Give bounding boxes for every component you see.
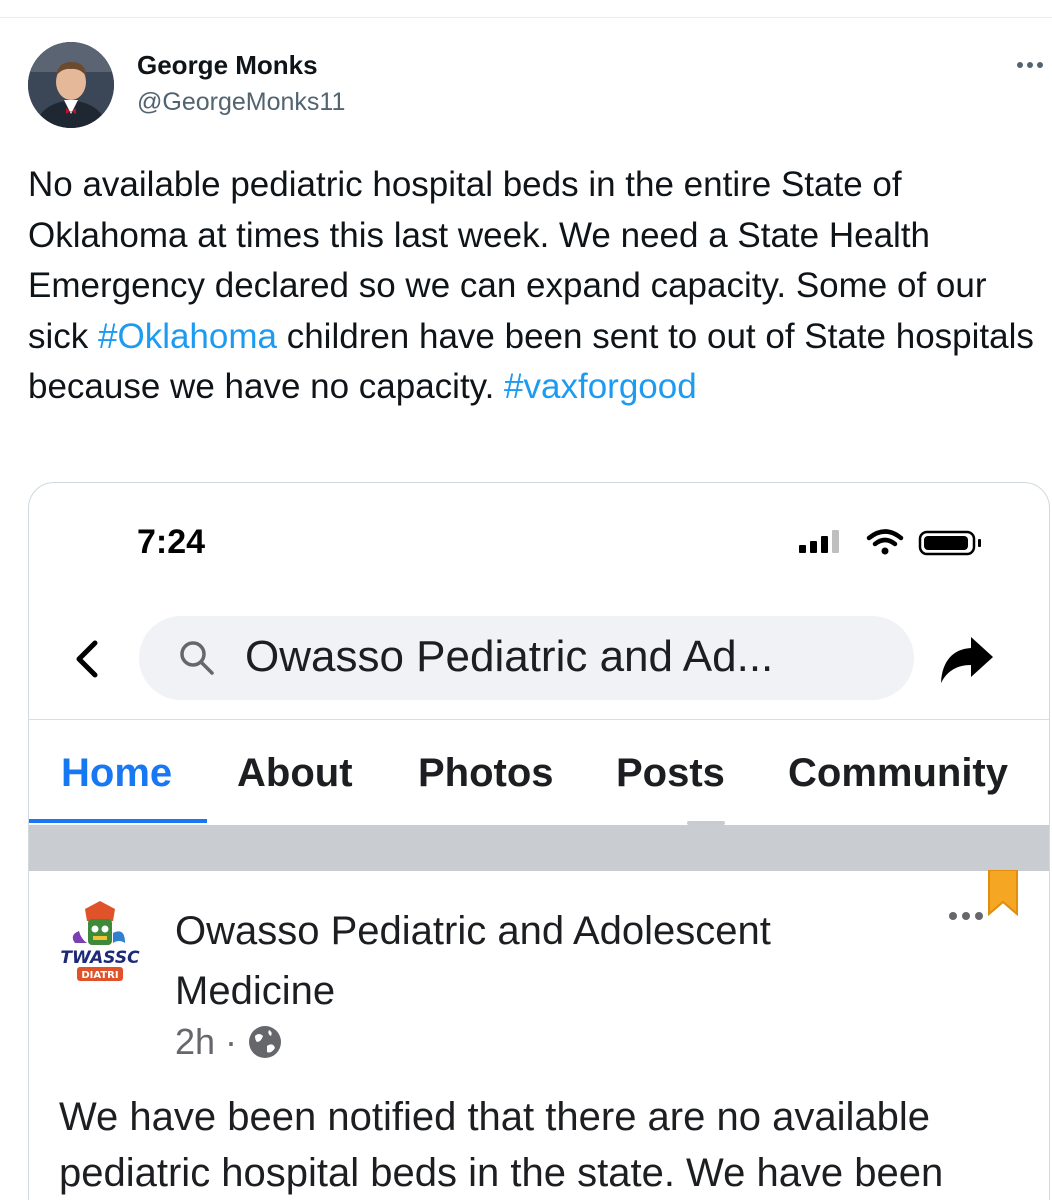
author-name[interactable]: George Monks bbox=[137, 50, 318, 81]
post-time[interactable]: 2h bbox=[175, 1021, 215, 1063]
facebook-post: TWASSC DIATRI Owasso Pediatric and Adole… bbox=[29, 869, 1049, 1200]
signal-icon bbox=[799, 530, 839, 553]
status-bar-time: 7:24 bbox=[137, 523, 206, 561]
back-chevron-icon[interactable] bbox=[67, 637, 107, 681]
tweet-text: No available pediatric hospital beds in … bbox=[28, 160, 1038, 413]
page-logo-text: TWASSC bbox=[60, 948, 140, 968]
status-bar-icons bbox=[799, 527, 989, 557]
post-body-text: We have been notified that there are no … bbox=[59, 1095, 944, 1195]
tweet-page: George Monks @GeorgeMonks11 No available… bbox=[0, 0, 1052, 1200]
tab-community[interactable]: Community bbox=[788, 751, 1008, 796]
page-logo[interactable]: TWASSC DIATRI bbox=[55, 899, 145, 989]
share-icon[interactable] bbox=[937, 635, 997, 687]
post-meta-separator: · bbox=[225, 1021, 238, 1062]
tab-photos[interactable]: Photos bbox=[418, 751, 554, 796]
search-query: Owasso Pediatric and Ad... bbox=[245, 632, 774, 681]
author-handle[interactable]: @GeorgeMonks11 bbox=[137, 88, 345, 117]
post-meta: 2h · bbox=[175, 1021, 283, 1063]
avatar-portrait bbox=[28, 42, 114, 128]
tab-posts[interactable]: Posts bbox=[616, 751, 725, 796]
search-icon bbox=[177, 638, 217, 678]
wifi-icon bbox=[866, 529, 904, 555]
attached-image[interactable]: 7:24 Owasso Pediatric and Ad... Home Abo… bbox=[28, 482, 1050, 1200]
hashtag-oklahoma-link[interactable]: #Oklahoma bbox=[98, 317, 277, 356]
globe-icon bbox=[247, 1024, 283, 1060]
tab-about[interactable]: About bbox=[237, 751, 353, 796]
hashtag-vaxforgood-link[interactable]: #vaxforgood bbox=[504, 367, 697, 406]
active-tab-indicator bbox=[29, 819, 207, 823]
post-page-name[interactable]: Owasso Pediatric and Adolescent Medicine bbox=[175, 901, 895, 1021]
top-divider bbox=[0, 17, 1052, 18]
bookmark-icon bbox=[987, 869, 1019, 917]
author-avatar[interactable] bbox=[28, 42, 114, 128]
battery-icon bbox=[918, 530, 981, 556]
tab-home[interactable]: Home bbox=[61, 751, 172, 796]
search-bar[interactable]: Owasso Pediatric and Ad... bbox=[139, 616, 914, 700]
page-logo-subtext: DIATRI bbox=[81, 970, 118, 981]
post-more-icon[interactable] bbox=[947, 909, 987, 929]
nav-divider bbox=[29, 719, 1049, 720]
more-icon[interactable] bbox=[1012, 50, 1048, 80]
section-separator bbox=[29, 825, 1049, 871]
